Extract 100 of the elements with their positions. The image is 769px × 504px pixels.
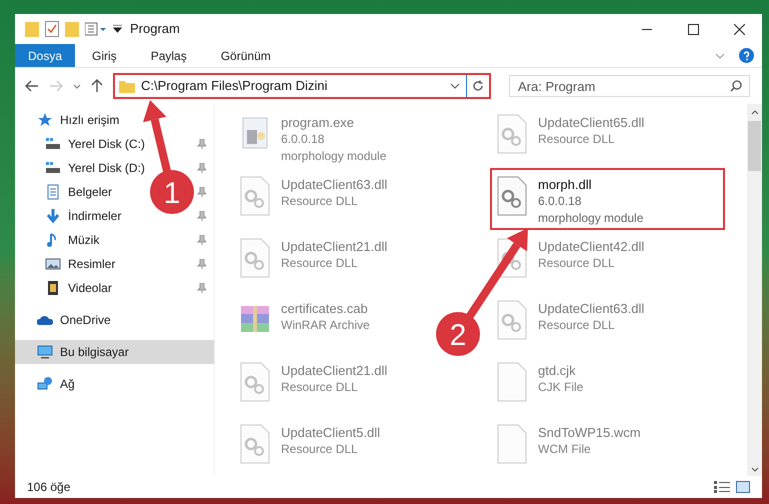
scroll-up-icon[interactable] xyxy=(750,110,758,115)
chevron-down-icon[interactable] xyxy=(715,52,725,58)
dropdown-caret-icon[interactable] xyxy=(450,83,460,89)
details-view-icon[interactable] xyxy=(714,481,730,493)
back-arrow-icon[interactable] xyxy=(25,80,39,92)
window-title: Program xyxy=(130,20,180,38)
file-item[interactable]: UpdateClient21.dll Resource DLL xyxy=(233,354,396,416)
file-detail: WinRAR Archive xyxy=(281,317,370,334)
gear-file-icon xyxy=(239,238,271,278)
file-detail: Resource DLL xyxy=(538,131,616,148)
sidebar-item[interactable]: Müzik xyxy=(15,228,108,252)
pin-icon[interactable] xyxy=(197,187,206,197)
gear-file-icon xyxy=(496,300,528,340)
sidebar-item[interactable]: Yerel Disk (C:) xyxy=(15,132,153,156)
sidebar-item[interactable]: Ağ xyxy=(15,372,83,396)
properties-icon[interactable] xyxy=(85,22,107,36)
file-detail: Resource DLL xyxy=(281,193,359,210)
sidebar-item[interactable]: Bu bilgisayar xyxy=(15,340,214,364)
file-item[interactable]: UpdateClient21.dll Resource DLL xyxy=(233,230,396,292)
address-bar[interactable]: C:\Program Files\Program Dizini xyxy=(113,73,491,99)
ribbon-tab[interactable]: Paylaş xyxy=(134,44,204,67)
file-item[interactable]: UpdateClient5.dll Resource DLL xyxy=(233,416,388,478)
file-detail: Resource DLL xyxy=(538,255,616,272)
file-item[interactable]: program.exe 6.0.0.18 morphology module xyxy=(233,106,394,168)
maximize-icon xyxy=(688,24,698,34)
scroll-down-icon[interactable] xyxy=(750,467,758,472)
scrollbar-thumb[interactable] xyxy=(748,121,761,171)
close-icon xyxy=(734,24,744,34)
checklist-icon[interactable] xyxy=(45,21,59,37)
up-arrow-icon[interactable] xyxy=(91,79,103,93)
help-icon[interactable] xyxy=(739,48,754,63)
drive-icon xyxy=(45,136,61,152)
step-number-badge: 2 xyxy=(436,312,480,356)
file-item[interactable]: gtd.cjk CJK File xyxy=(490,354,592,416)
file-name: UpdateClient21.dll xyxy=(281,238,388,255)
pin-icon[interactable] xyxy=(197,283,206,293)
large-icons-view-icon[interactable] xyxy=(736,481,750,493)
monitor-icon xyxy=(37,344,53,360)
file-detail: morphology module xyxy=(281,148,386,165)
file-item[interactable]: certificates.cab WinRAR Archive xyxy=(233,292,378,354)
file-detail: Resource DLL xyxy=(538,317,616,334)
picture-icon xyxy=(45,256,61,272)
file-name: UpdateClient21.dll xyxy=(281,362,388,379)
file-name: UpdateClient65.dll xyxy=(538,114,644,131)
file-detail: 6.0.0.18 xyxy=(281,131,326,148)
search-field[interactable]: Ara: Program xyxy=(509,75,750,97)
pin-icon[interactable] xyxy=(197,259,206,269)
file-icon xyxy=(496,424,528,464)
file-name: SndToWP15.wcm xyxy=(538,424,641,441)
sidebar-item[interactable]: OneDrive xyxy=(15,308,119,332)
sidebar-item[interactable]: Hızlı erişim xyxy=(15,108,128,132)
sidebar-item[interactable]: Resimler xyxy=(15,252,124,276)
file-name: UpdateClient42.dll xyxy=(538,238,644,255)
download-arrow-icon xyxy=(45,208,61,224)
file-name: UpdateClient5.dll xyxy=(281,424,380,441)
file-item[interactable]: UpdateClient65.dll Resource DLL xyxy=(490,106,652,168)
file-icon xyxy=(496,362,528,402)
ribbon-tab[interactable]: Giriş xyxy=(75,44,134,67)
address-path: C:\Program Files\Program Dizini xyxy=(141,77,328,96)
film-icon xyxy=(45,280,61,296)
gear-file-icon xyxy=(496,114,528,154)
search-icon xyxy=(730,80,742,92)
pin-icon[interactable] xyxy=(197,211,206,221)
gear-file-icon xyxy=(239,176,271,216)
item-count: 106 öğe xyxy=(27,479,70,496)
minimize-icon xyxy=(642,28,652,30)
file-item[interactable]: UpdateClient63.dll Resource DLL xyxy=(233,168,396,230)
file-detail: 6.0.0.18 xyxy=(538,193,582,210)
file-name: gtd.cjk xyxy=(538,362,577,379)
pin-icon[interactable] xyxy=(197,163,206,173)
file-name: UpdateClient63.dll xyxy=(281,176,388,193)
gear-file-icon xyxy=(239,424,271,464)
file-item[interactable]: morph.dll 6.0.0.18 morphology module xyxy=(490,168,725,230)
ribbon-tab[interactable]: Dosya xyxy=(15,44,76,67)
file-detail: WCM File xyxy=(538,441,592,458)
customize-caret-icon[interactable] xyxy=(113,25,122,33)
file-name: certificates.cab xyxy=(281,300,369,317)
scrollbar[interactable] xyxy=(747,104,762,476)
sidebar-item[interactable]: Belgeler xyxy=(15,180,120,204)
pin-icon[interactable] xyxy=(197,139,206,149)
sidebar-item[interactable]: İndirmeler xyxy=(15,204,130,228)
file-name: UpdateClient63.dll xyxy=(538,300,644,317)
folder-icon xyxy=(119,80,135,92)
pin-icon[interactable] xyxy=(197,235,206,245)
file-item[interactable]: SndToWP15.wcm WCM File xyxy=(490,416,649,478)
file-detail: morphology module xyxy=(538,210,644,227)
gear-file-icon xyxy=(239,362,271,402)
ribbon-tab[interactable]: Görünüm xyxy=(204,44,288,67)
step-number-badge: 1 xyxy=(150,170,194,214)
refresh-icon[interactable] xyxy=(472,80,484,92)
gear-file-icon xyxy=(496,176,528,216)
document-icon xyxy=(45,184,61,200)
file-name: morph.dll xyxy=(538,176,592,193)
network-icon xyxy=(37,376,53,392)
dropdown-caret-icon[interactable] xyxy=(73,84,81,88)
sidebar-item[interactable]: Videolar xyxy=(15,276,120,300)
file-detail: Resource DLL xyxy=(281,379,359,396)
file-item[interactable]: UpdateClient63.dll Resource DLL xyxy=(490,292,652,354)
sidebar-item[interactable]: Yerel Disk (D:) xyxy=(15,156,153,180)
file-detail: CJK File xyxy=(538,379,584,396)
